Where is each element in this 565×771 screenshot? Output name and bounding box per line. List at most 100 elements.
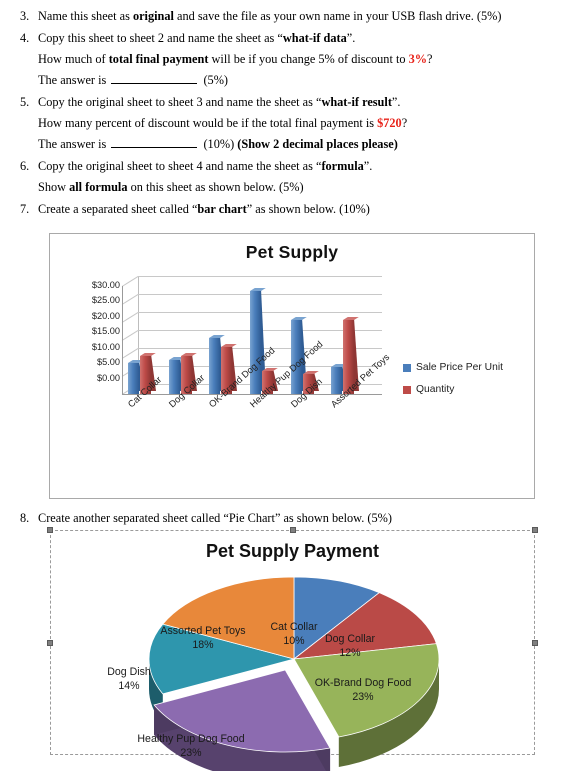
text: ? [427, 52, 433, 66]
question-number: 7. [20, 202, 30, 216]
pie-chart-plot-area: Cat Collar 10% Dog Collar 12% OK-Brand Dog… [51, 571, 536, 771]
text: The answer is [38, 137, 110, 151]
answer-blank[interactable] [111, 136, 198, 148]
text: How much of [38, 52, 109, 66]
bar-chart-title: Pet Supply [245, 242, 339, 262]
answer-line: The answer is (5%) [38, 70, 557, 91]
question-line: Create another separated sheet called “P… [38, 508, 565, 529]
text: Create a separated sheet called “ [38, 202, 198, 216]
bold-text: all formula [69, 180, 128, 194]
text: Copy this sheet to sheet 2 and name the … [38, 31, 283, 45]
question-line: Create a separated sheet called “bar cha… [38, 199, 557, 220]
pie-slice-label: Assorted Pet Toys 18% [160, 625, 246, 651]
bold-text: formula [321, 159, 364, 173]
text: How many percent of discount would be if… [38, 116, 378, 130]
question-item-3: 3. Name this sheet as original and save … [8, 6, 557, 27]
question-list: 3. Name this sheet as original and save … [0, 0, 565, 220]
pie-slice-label: OK-Brand Dog Food 23% [314, 677, 412, 703]
text: ”. [346, 31, 356, 45]
gridline-depth [121, 330, 139, 341]
question-body: Name this sheet as original and save the… [38, 6, 557, 27]
question-number: 5. [20, 95, 30, 109]
pie-slice-label: Dog Dish 14% [107, 666, 151, 692]
legend-swatch [403, 385, 411, 394]
legend-label: Sale Price Per Unit [416, 362, 503, 373]
question-item-6: 6. Copy the original sheet to sheet 4 an… [8, 156, 557, 198]
bold-text: what-if data [282, 31, 347, 45]
y-tick-label: $20.00 [91, 310, 120, 321]
text: ? [401, 116, 408, 130]
text: (10%) [200, 137, 238, 151]
y-tick-label: $0.00 [97, 372, 120, 383]
text: ” as shown below. (10%) [246, 202, 370, 216]
text: The answer is [38, 73, 110, 87]
text: Copy the original sheet to sheet 4 and n… [38, 159, 322, 173]
y-tick-label: $10.00 [91, 341, 120, 352]
legend-item: Sale Price Per Unit [403, 362, 503, 373]
question-line: How much of total final payment will be … [38, 49, 557, 70]
question-body: Copy the original sheet to sheet 3 and n… [38, 92, 557, 155]
legend-item: Quantity [403, 384, 503, 395]
question-number: 6. [20, 159, 30, 173]
gridline-depth [121, 276, 139, 287]
y-tick-label: $15.00 [91, 326, 120, 337]
question-line: Copy the original sheet to sheet 4 and n… [38, 156, 557, 177]
text: on this sheet as shown below. (5%) [127, 180, 304, 194]
text: (5%) [200, 73, 229, 87]
question-item-4: 4. Copy this sheet to sheet 2 and name t… [8, 28, 557, 91]
bar-face [209, 338, 221, 394]
bar-chart-plot-area: $30.00 $25.00 $20.00 $15.00 $10.00 $5.00 $0.00 [92, 276, 382, 395]
pie-chart-title: Pet Supply Payment [205, 541, 380, 561]
pie-slice-label: Healthy Pup Dog Food 23% [137, 733, 245, 759]
bold-text: original [132, 9, 174, 23]
bold-text: bar chart [197, 202, 247, 216]
bar-face [128, 363, 139, 394]
bar-chart-y-axis-labels: $30.00 $25.00 $20.00 $15.00 $10.00 $5.00 $0.00 [64, 280, 120, 388]
question-line: Copy the original sheet to sheet 3 and n… [38, 92, 557, 113]
question-line: Name this sheet as original and save the… [38, 6, 557, 27]
bold-text: (Show 2 decimal places please) [237, 137, 398, 151]
text: will be if you change 5% of discount to [208, 52, 409, 66]
bar-chart-x-axis-labels: Cat Collar Dog Collar OK-Brand Dog Food Hea… [120, 339, 420, 466]
gridline [138, 276, 382, 277]
gridline-depth [121, 294, 139, 305]
y-tick-label: $5.00 [97, 357, 120, 368]
legend-label: Quantity [416, 384, 455, 395]
gridline-depth [121, 312, 139, 323]
text: and save the file as your own name in yo… [173, 9, 502, 23]
answer-line: The answer is (10%) (Show 2 decimal plac… [38, 134, 557, 155]
text: ”. [363, 159, 373, 173]
resize-handle-top-right[interactable] [532, 527, 538, 533]
question-item-8-wrap: 8. Create another separated sheet called… [8, 508, 565, 530]
question-number: 4. [20, 31, 30, 45]
question-item-5: 5. Copy the original sheet to sheet 3 an… [8, 92, 557, 155]
text: Show [38, 180, 70, 194]
question-item-7: 7. Create a separated sheet called “bar … [8, 199, 557, 220]
highlight-text: $720 [377, 116, 402, 130]
bar-face [250, 291, 261, 394]
bold-text: total final payment [108, 52, 209, 66]
question-number: 3. [20, 9, 30, 23]
text: Name this sheet as [38, 9, 133, 23]
resize-handle-top-left[interactable] [47, 527, 53, 533]
bar-chart-legend: Sale Price Per Unit Quantity [403, 362, 503, 406]
answer-blank[interactable] [111, 72, 198, 84]
gridline-depth [121, 348, 139, 359]
question-line: Show all formula on this sheet as shown … [38, 177, 557, 198]
bar-face [168, 359, 180, 394]
legend-swatch [403, 363, 411, 372]
question-line: How many percent of discount would be if… [38, 113, 557, 134]
question-item-8: 8. Create another separated sheet called… [8, 508, 565, 529]
text: ”. [391, 95, 401, 109]
y-tick-label: $30.00 [91, 280, 120, 290]
highlight-text: 3% [408, 52, 428, 66]
bar-chart-frame[interactable]: Pet Supply $30.00 $25.00 $20.00 $15.00 $10.0… [49, 233, 535, 499]
resize-handle-top-center[interactable] [289, 527, 296, 533]
question-body: Create a separated sheet called “bar cha… [38, 199, 557, 220]
bold-text: what-if result [321, 95, 392, 109]
pie-chart-frame[interactable]: Pet Supply Payment Cat Collar 10% Dog Col… [47, 527, 538, 771]
axis-vertical-line [122, 286, 123, 394]
pie-slice-label: Dog Collar 12% [324, 633, 376, 659]
text: Copy the original sheet to sheet 3 and n… [38, 95, 322, 109]
text: Create another separated sheet called “P… [38, 511, 392, 525]
